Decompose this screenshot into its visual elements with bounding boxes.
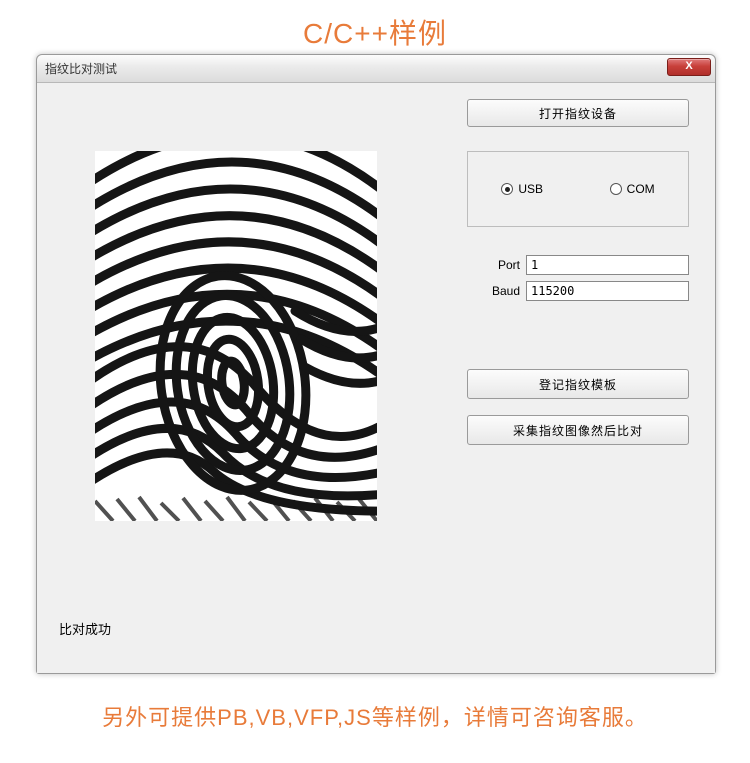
open-device-button[interactable]: 打开指纹设备 xyxy=(467,99,689,127)
radio-usb[interactable]: USB xyxy=(501,182,543,196)
page-heading-title: C/C++样例 xyxy=(0,0,750,60)
capture-compare-label: 采集指纹图像然后比对 xyxy=(513,422,643,439)
register-template-button[interactable]: 登记指纹模板 xyxy=(467,369,689,399)
port-field-row: Port xyxy=(467,255,689,275)
register-template-label: 登记指纹模板 xyxy=(539,376,617,393)
close-icon: X xyxy=(685,60,692,72)
page-footer-note: 另外可提供PB,VB,VFP,JS等样例，详情可咨询客服。 xyxy=(0,700,750,732)
capture-compare-button[interactable]: 采集指纹图像然后比对 xyxy=(467,415,689,445)
radio-com-indicator xyxy=(610,183,622,195)
fingerprint-image xyxy=(95,151,377,521)
baud-field-row: Baud xyxy=(467,281,689,301)
port-label: Port xyxy=(467,258,526,272)
status-message: 比对成功 xyxy=(59,619,111,638)
radio-com-label: COM xyxy=(627,182,655,196)
window-title: 指纹比对测试 xyxy=(45,60,117,77)
open-device-label: 打开指纹设备 xyxy=(539,105,617,122)
window-client-area: 打开指纹设备 USB COM Port Baud 登记指纹模板 采集指纹图像然后… xyxy=(37,83,715,673)
window-titlebar: 指纹比对测试 X xyxy=(37,55,715,83)
port-input[interactable] xyxy=(526,255,689,275)
radio-com[interactable]: COM xyxy=(610,182,655,196)
radio-usb-label: USB xyxy=(518,182,543,196)
close-button[interactable]: X xyxy=(667,58,711,76)
baud-label: Baud xyxy=(467,284,526,298)
app-window: 指纹比对测试 X 打开指纹设备 USB COM Port Baud xyxy=(36,54,716,674)
baud-input[interactable] xyxy=(526,281,689,301)
connection-type-group: USB COM xyxy=(467,151,689,227)
radio-usb-indicator xyxy=(501,183,513,195)
